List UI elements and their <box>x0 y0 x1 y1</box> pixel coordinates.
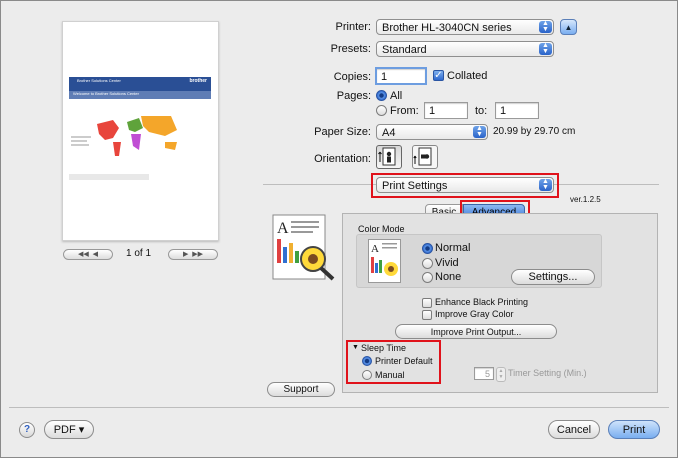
collated-label: Collated <box>447 70 488 82</box>
paper-size-popup[interactable]: A4 ▲ ▼ <box>376 124 488 140</box>
pages-to-field[interactable]: 1 <box>495 102 539 119</box>
chevron-updown-icon: ▲ ▼ <box>473 125 486 138</box>
chevron-updown-icon: ▲ ▼ <box>539 178 552 191</box>
help-icon: ? <box>23 424 31 435</box>
print-settings-icon: A <box>271 213 339 283</box>
sleep-manual-label: Manual <box>375 370 405 380</box>
print-settings-value: Print Settings <box>382 180 448 192</box>
orientation-landscape-button[interactable] <box>412 145 438 169</box>
color-settings-button[interactable]: Settings... <box>511 269 595 285</box>
color-mode-title: Color Mode <box>358 224 405 234</box>
thumb-banner: Brother Solutions Center brother <box>69 77 211 91</box>
sleep-time-title: Sleep Time <box>361 343 407 353</box>
pages-from-radio[interactable] <box>376 105 387 116</box>
color-vivid-radio[interactable] <box>422 258 433 269</box>
color-normal-radio[interactable] <box>422 243 433 254</box>
pdf-menu-button[interactable]: PDF ▾ <box>44 420 94 439</box>
orientation-label: Orientation: <box>314 153 371 165</box>
thumb-header: Welcome to Brother Solutions Center <box>73 91 139 96</box>
pages-all-label: All <box>390 90 403 102</box>
enhance-black-checkbox[interactable] <box>422 298 432 308</box>
copies-label: Copies: <box>333 71 371 83</box>
paper-dimensions: 20.99 by 29.70 cm <box>493 126 576 137</box>
color-none-label: None <box>435 271 462 283</box>
cancel-button[interactable]: Cancel <box>548 420 600 439</box>
color-mode-preview-icon: A <box>368 239 401 283</box>
paper-size-value: A4 <box>382 127 396 139</box>
sleep-printer-default-label: Printer Default <box>375 356 433 366</box>
color-none-radio[interactable] <box>422 272 433 283</box>
sleep-printer-default-radio[interactable] <box>362 356 372 366</box>
presets-popup[interactable]: Standard ▲ ▼ <box>376 41 554 57</box>
print-dialog: Brother Solutions Center brother Welcome… <box>0 0 678 458</box>
pages-from-label: From: <box>390 105 419 117</box>
help-button[interactable]: ? <box>19 422 35 438</box>
pages-label: Pages: <box>336 90 371 102</box>
support-button[interactable]: Support <box>267 382 335 397</box>
sleep-time-disclosure-icon[interactable]: ▼ <box>352 344 359 351</box>
print-settings-popup[interactable]: Print Settings ▲ ▼ <box>376 177 554 193</box>
landscape-person-icon <box>413 147 432 166</box>
thumb-header-bar: Welcome to Brother Solutions Center <box>69 91 211 99</box>
color-normal-label: Normal <box>435 242 471 254</box>
disclosure-collapse-icon[interactable]: ▲ <box>560 19 577 35</box>
next-last-page-button[interactable]: ▶ ▶▶ <box>168 249 218 260</box>
orientation-portrait-button[interactable] <box>376 145 402 169</box>
thumb-brand: brother <box>189 78 208 84</box>
presets-value: Standard <box>382 44 427 56</box>
pages-from-field[interactable]: 1 <box>424 102 468 119</box>
sleep-manual-radio[interactable] <box>362 370 372 380</box>
first-prev-page-button[interactable]: ◀◀ ◀ <box>63 249 113 260</box>
printer-value: Brother HL-3040CN series <box>382 22 512 34</box>
paper-size-label: Paper Size: <box>314 126 371 138</box>
improve-gray-label: Improve Gray Color <box>435 309 514 319</box>
svg-text:A: A <box>277 220 289 237</box>
version-label: ver.1.2.5 <box>570 195 601 204</box>
portrait-person-icon <box>378 147 396 166</box>
thumb-body <box>69 102 211 160</box>
svg-text:A: A <box>371 243 379 255</box>
thumb-footer <box>69 174 149 180</box>
world-map-image <box>69 102 211 160</box>
printer-popup[interactable]: Brother HL-3040CN series ▲ ▼ <box>376 19 554 35</box>
improve-gray-checkbox[interactable] <box>422 310 432 320</box>
copies-field[interactable]: 1 <box>375 67 427 85</box>
bottom-divider <box>9 407 669 408</box>
print-button[interactable]: Print <box>608 420 660 439</box>
chevron-updown-icon: ▲ ▼ <box>539 42 552 55</box>
color-vivid-label: Vivid <box>435 257 459 269</box>
page-counter: 1 of 1 <box>126 248 152 259</box>
presets-label: Presets: <box>330 43 371 55</box>
pages-all-radio[interactable] <box>376 90 387 101</box>
printer-label: Printer: <box>335 21 371 33</box>
pages-to-label: to: <box>475 105 488 117</box>
timer-label: Timer Setting (Min.) <box>508 368 587 378</box>
improve-print-output-button[interactable]: Improve Print Output... <box>395 324 557 339</box>
timer-stepper-icon: ▲ ▼ <box>496 367 506 382</box>
timer-field: 5 <box>474 367 494 380</box>
enhance-black-label: Enhance Black Printing <box>435 297 529 307</box>
preview-page: Brother Solutions Center brother Welcome… <box>62 21 219 241</box>
collated-checkbox[interactable]: ✓ <box>433 70 444 81</box>
chevron-updown-icon: ▲ ▼ <box>539 20 552 33</box>
thumb-title: Brother Solutions Center <box>77 78 121 83</box>
